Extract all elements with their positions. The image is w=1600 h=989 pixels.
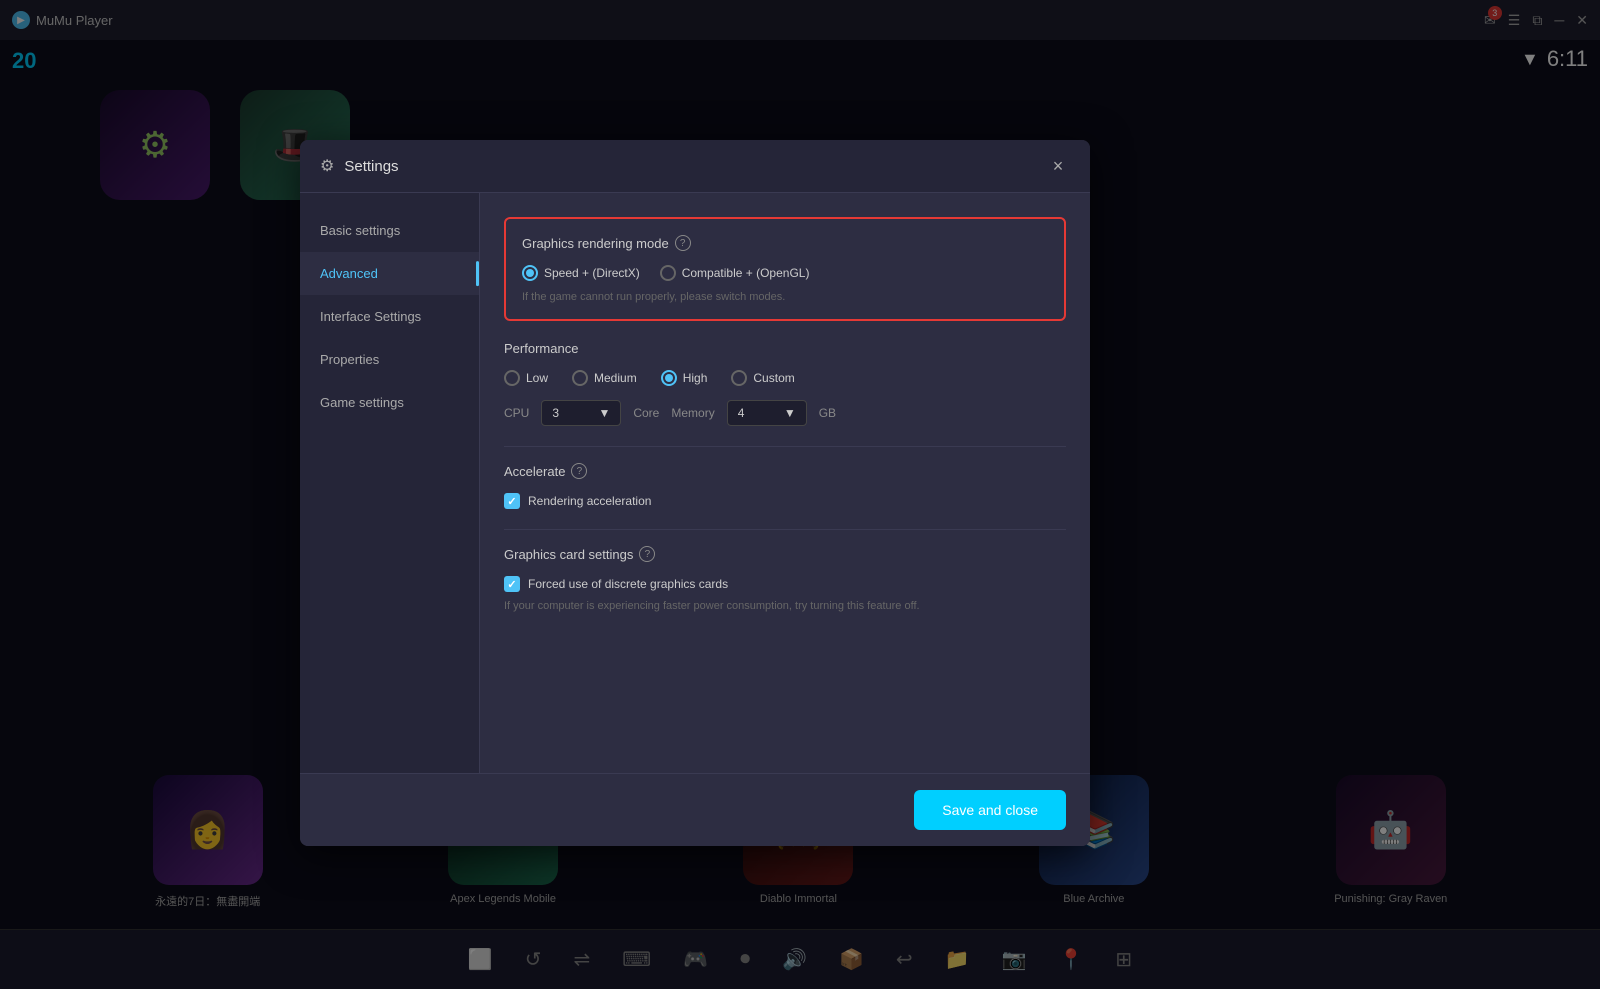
graphics-rendering-help-icon[interactable]: ? [675,235,691,251]
accelerate-title: Accelerate ? [504,463,1066,479]
perf-high[interactable]: High [661,370,708,386]
perf-low[interactable]: Low [504,370,548,386]
nav-item-basic[interactable]: Basic settings [300,209,479,252]
divider-2 [504,529,1066,530]
radio-directx[interactable]: Speed + (DirectX) [522,265,640,281]
radio-directx-circle [522,265,538,281]
cpu-label: CPU [504,406,529,420]
accelerate-section: Accelerate ? ✓ Rendering acceleration [504,463,1066,509]
perf-medium-circle [572,370,588,386]
accelerate-help-icon[interactable]: ? [571,463,587,479]
cpu-select[interactable]: 3 ▼ [541,400,621,426]
forced-discrete-label: Forced use of discrete graphics cards [528,577,728,591]
dialog-footer: Save and close [300,773,1090,846]
dialog-close-button[interactable]: × [1046,154,1070,178]
graphics-card-hint: If your computer is experiencing faster … [504,600,1066,612]
perf-custom-circle [731,370,747,386]
nav-item-advanced[interactable]: Advanced [300,252,479,295]
rendering-acceleration-label: Rendering acceleration [528,494,651,508]
memory-unit: GB [819,406,836,420]
forced-discrete-checkbox[interactable]: ✓ [504,576,520,592]
radio-opengl-circle [660,265,676,281]
perf-low-circle [504,370,520,386]
perf-cpu-row: CPU 3 ▼ Core Memory 4 ▼ GB [504,400,1066,426]
dialog-content: Graphics rendering mode ? Speed + (Direc… [480,193,1090,773]
performance-title: Performance [504,341,1066,356]
radio-directx-label: Speed + (DirectX) [544,266,640,280]
memory-select[interactable]: 4 ▼ [727,400,807,426]
rendering-acceleration-row: ✓ Rendering acceleration [504,493,1066,509]
performance-options: Low Medium High Custom [504,370,1066,386]
forced-discrete-row: ✓ Forced use of discrete graphics cards [504,576,1066,592]
perf-low-label: Low [526,371,548,385]
graphics-rendering-title: Graphics rendering mode ? [522,235,1048,251]
nav-item-interface[interactable]: Interface Settings [300,295,479,338]
core-label: Core [633,406,659,420]
nav-item-game[interactable]: Game settings [300,381,479,424]
perf-high-circle [661,370,677,386]
rendering-acceleration-checkbox[interactable]: ✓ [504,493,520,509]
graphics-card-title: Graphics card settings ? [504,546,1066,562]
performance-section: Performance Low Medium High [504,341,1066,426]
graphics-rendering-hint: If the game cannot run properly, please … [522,291,1048,303]
settings-dialog: ⚙ Settings × Basic settings Advanced Int… [300,140,1090,846]
graphics-rendering-options: Speed + (DirectX) Compatible + (OpenGL) [522,265,1048,281]
dialog-header: ⚙ Settings × [300,140,1090,193]
settings-icon: ⚙ [320,156,334,176]
graphics-card-help-icon[interactable]: ? [639,546,655,562]
dialog-body: Basic settings Advanced Interface Settin… [300,193,1090,773]
graphics-rendering-section: Graphics rendering mode ? Speed + (Direc… [504,217,1066,321]
divider-1 [504,446,1066,447]
perf-custom-label: Custom [753,371,794,385]
radio-opengl[interactable]: Compatible + (OpenGL) [660,265,810,281]
save-close-button[interactable]: Save and close [914,790,1066,830]
radio-opengl-label: Compatible + (OpenGL) [682,266,810,280]
nav-item-properties[interactable]: Properties [300,338,479,381]
memory-label: Memory [671,406,714,420]
perf-medium[interactable]: Medium [572,370,637,386]
dialog-title: Settings [344,158,1036,175]
perf-medium-label: Medium [594,371,637,385]
graphics-card-section: Graphics card settings ? ✓ Forced use of… [504,546,1066,612]
dialog-nav: Basic settings Advanced Interface Settin… [300,193,480,773]
perf-custom[interactable]: Custom [731,370,794,386]
perf-high-label: High [683,371,708,385]
